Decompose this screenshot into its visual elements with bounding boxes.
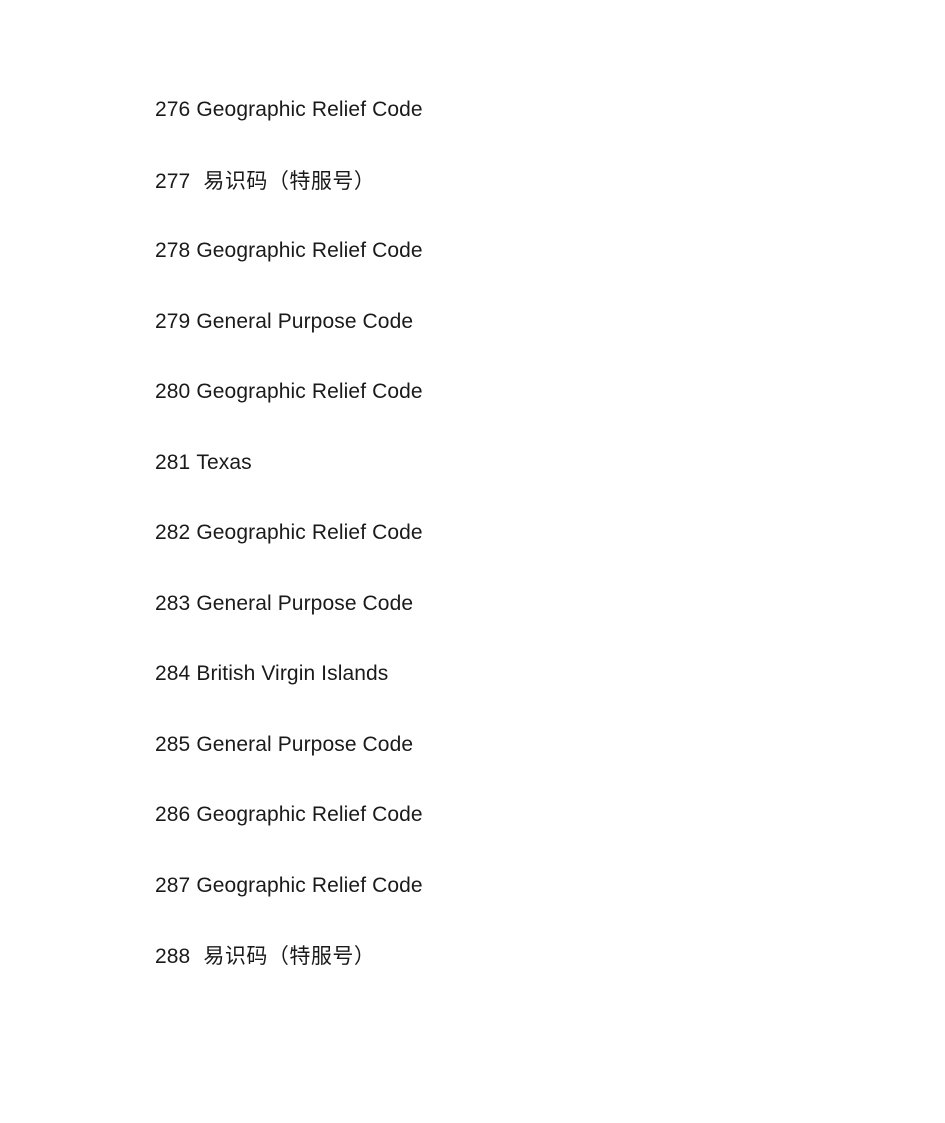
entry-number: 277 (155, 169, 191, 193)
entry-number: 284 (155, 662, 191, 685)
list-item: 287 Geographic Relief Code (155, 874, 855, 945)
entry-number: 283 (155, 591, 191, 615)
list-item: 281 Texas (155, 451, 855, 522)
entry-label: Geographic Relief Code (196, 873, 423, 897)
entry-number: 276 (155, 98, 191, 121)
entry-number: 287 (155, 873, 191, 897)
entry-label: Geographic Relief Code (196, 98, 423, 121)
entry-number: 288 (155, 945, 191, 968)
entry-label: 易识码（特服号） (203, 944, 376, 968)
code-entry-list: 276 Geographic Relief Code 277 易识码（特服号） 278 G… (155, 98, 855, 1015)
entry-number: 278 (155, 239, 191, 262)
entry-number: 279 (155, 309, 191, 333)
entry-label: 易识码（特服号） (203, 168, 376, 193)
entry-label: Geographic Relief Code (196, 380, 423, 403)
entry-label: Geographic Relief Code (196, 239, 423, 262)
list-item: 279 General Purpose Code (155, 310, 855, 381)
entry-label: Geographic Relief Code (196, 521, 423, 544)
entry-label: Geographic Relief Code (196, 803, 423, 826)
entry-label: General Purpose Code (196, 591, 414, 615)
entry-number: 286 (155, 803, 191, 826)
entry-label: Texas (196, 450, 252, 474)
list-item: 285 General Purpose Code (155, 733, 855, 804)
entry-label: General Purpose Code (196, 309, 414, 333)
list-item: 277 易识码（特服号） (155, 169, 855, 240)
list-item: 288 易识码（特服号） (155, 944, 855, 1015)
list-item: 283 General Purpose Code (155, 592, 855, 663)
list-item: 286 Geographic Relief Code (155, 803, 855, 874)
list-item: 280 Geographic Relief Code (155, 380, 855, 451)
entry-label: British Virgin Islands (196, 662, 389, 685)
document-page: 276 Geographic Relief Code 277 易识码（特服号） 278 G… (0, 0, 945, 1123)
entry-number: 285 (155, 732, 191, 756)
list-item: 282 Geographic Relief Code (155, 521, 855, 592)
entry-number: 280 (155, 380, 191, 403)
list-item: 278 Geographic Relief Code (155, 239, 855, 310)
list-item: 284 British Virgin Islands (155, 662, 855, 733)
entry-number: 282 (155, 521, 191, 544)
entry-label: General Purpose Code (196, 732, 414, 756)
entry-number: 281 (155, 450, 191, 474)
list-item: 276 Geographic Relief Code (155, 98, 855, 169)
